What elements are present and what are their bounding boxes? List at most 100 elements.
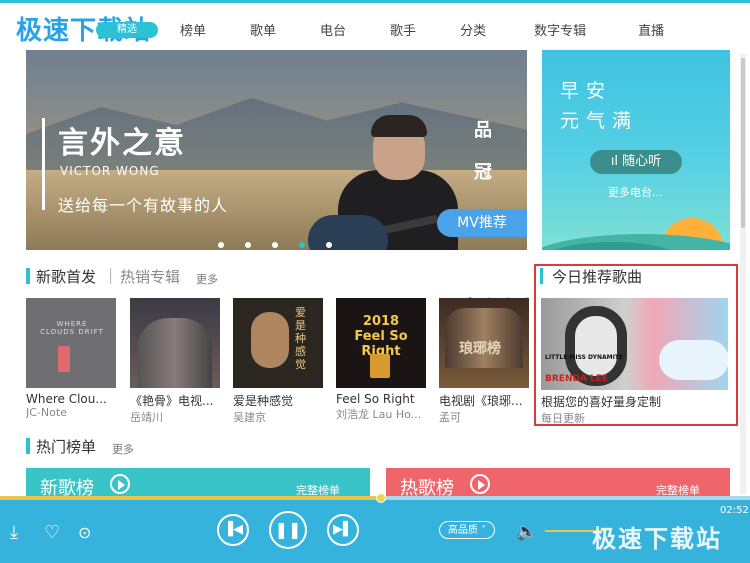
play-icon[interactable] xyxy=(110,474,130,494)
heart-icon[interactable]: ♡ xyxy=(44,522,60,543)
banner-side-text-bottom: 冠 xyxy=(474,162,492,183)
tab-separator: | xyxy=(108,266,114,284)
banner-subtitle: 送给每一个有故事的人 xyxy=(58,196,229,215)
nav-item-playlists[interactable]: 歌单 xyxy=(250,20,276,39)
next-icon: ▶▌ xyxy=(333,522,353,537)
cover-text: 爱是种感觉 xyxy=(295,306,306,371)
album-artist[interactable]: 刘浩龙 Lau Ho... xyxy=(336,406,426,422)
carousel-dot-active[interactable] xyxy=(299,242,306,248)
hot-charts-title: 热门榜单 xyxy=(36,438,97,456)
quality-selector[interactable]: 高品质 ˅ xyxy=(439,521,495,539)
album-card[interactable]: 爱是种感觉 爱是种感觉 吴建京 xyxy=(233,298,323,425)
previous-track-button[interactable]: ▐◀ xyxy=(217,514,249,546)
album-card[interactable]: WHERE CLOUDS DRIFT Where Clou... JC-Note xyxy=(26,298,116,419)
nav-item-rankings[interactable]: 榜单 xyxy=(180,20,206,39)
mv-recommend-badge[interactable]: MV推荐 xyxy=(437,209,527,237)
banner-side-text-top: 品 xyxy=(474,120,492,141)
full-chart-link[interactable]: 完整榜单 xyxy=(296,482,340,496)
carousel-dot[interactable] xyxy=(218,242,224,248)
tab-new-songs[interactable]: 新歌首发 xyxy=(36,266,96,287)
quality-label: 高品质 xyxy=(447,525,478,536)
cover-text: LITTLE MISS DYNAMITE xyxy=(545,354,624,361)
pause-icon: ❚❚ xyxy=(274,520,302,539)
recommend-description[interactable]: 根据您的喜好量身定制 xyxy=(541,393,661,410)
current-time: 02:52 xyxy=(720,505,749,516)
side-card-line1: 早安 xyxy=(560,80,613,102)
album-card[interactable]: 《艳骨》电视... 岳靖川 xyxy=(130,298,220,425)
random-listen-button[interactable]: ıl 随心听 xyxy=(590,150,682,174)
next-track-button[interactable]: ▶▌ xyxy=(327,514,359,546)
album-title[interactable]: Where Clou... xyxy=(26,392,116,406)
more-icon[interactable]: ⊙ xyxy=(78,523,91,542)
album-card[interactable]: 琅琊榜 电视剧《琅琊... 孟可 xyxy=(439,298,529,425)
previous-icon: ▐◀ xyxy=(223,522,243,537)
album-cover[interactable]: 琅琊榜 xyxy=(439,298,529,388)
new-songs-chart-card[interactable]: 新歌榜 完整榜单 xyxy=(26,468,370,496)
nav-item-categories[interactable]: 分类 xyxy=(460,20,486,39)
beer-mug-icon xyxy=(370,354,390,378)
album-artist[interactable]: 岳靖川 xyxy=(130,409,220,425)
side-card-line2: 元气满 xyxy=(560,110,639,132)
banner-artist-name: VICTOR WONG xyxy=(60,164,160,178)
carousel-dot[interactable] xyxy=(326,242,333,248)
equalizer-icon: ıl xyxy=(610,154,623,169)
banner-title: 言外之意 xyxy=(58,126,186,161)
phone-illustration xyxy=(58,346,70,372)
album-card[interactable]: 2018 Feel So Right Feel So Right 刘浩龙 Lau… xyxy=(336,298,426,422)
album-cover[interactable]: 2018 Feel So Right xyxy=(336,298,426,388)
album-artist[interactable]: 吴建京 xyxy=(233,409,323,425)
cover-text: 琅琊榜 xyxy=(459,341,501,357)
recommend-subtitle: 每日更新 xyxy=(541,412,585,425)
artist-hair xyxy=(371,115,427,137)
main-nav: 榜单 歌单 电台 歌手 分类 数字专辑 直播 xyxy=(180,20,708,39)
banner-artist-image xyxy=(288,110,458,250)
cover-artist-text: BRENDA LEE xyxy=(545,374,609,384)
download-icon[interactable]: ⤓ xyxy=(10,522,18,543)
section-accent xyxy=(540,268,543,284)
nav-item-live[interactable]: 直播 xyxy=(638,20,664,39)
album-title[interactable]: 爱是种感觉 xyxy=(233,392,323,409)
tab-hot-albums[interactable]: 热销专辑 xyxy=(120,266,180,287)
top-bar: 极速下载站 精选 榜单 歌单 电台 歌手 分类 数字专辑 直播 xyxy=(0,0,750,56)
cloud-illustration xyxy=(659,340,728,380)
album-title[interactable]: Feel So Right xyxy=(336,392,426,406)
section-accent xyxy=(26,268,30,284)
nav-item-digital-albums[interactable]: 数字专辑 xyxy=(534,20,586,39)
scrollbar-thumb[interactable] xyxy=(741,58,745,228)
hot-songs-chart-card[interactable]: 热歌榜 完整榜单 xyxy=(386,468,730,496)
chart-title: 热歌榜 xyxy=(400,478,454,496)
top-accent-line xyxy=(0,0,750,3)
album-title[interactable]: 电视剧《琅琊... xyxy=(439,392,529,409)
carousel-dot[interactable] xyxy=(245,242,252,248)
cover-text: WHERE CLOUDS DRIFT xyxy=(40,320,104,336)
carousel-dot[interactable] xyxy=(272,242,279,248)
banner-title-bar xyxy=(42,118,45,210)
pause-button[interactable]: ❚❚ xyxy=(269,511,307,549)
carousel-dots xyxy=(218,233,348,252)
album-cover[interactable] xyxy=(130,298,220,388)
volume-icon[interactable]: 🔈 xyxy=(516,522,537,542)
portrait-illustration xyxy=(251,312,289,368)
more-radio-link[interactable]: 更多电台... xyxy=(608,184,663,200)
cast-illustration xyxy=(138,318,212,388)
nav-item-singers[interactable]: 歌手 xyxy=(390,20,416,39)
album-artist[interactable]: JC-Note xyxy=(26,406,116,419)
recommend-cover[interactable]: LITTLE MISS DYNAMITE BRENDA LEE xyxy=(541,298,728,390)
progress-knob[interactable] xyxy=(376,493,386,503)
cover-text: 2018 Feel So Right xyxy=(354,314,408,359)
hot-charts-more-link[interactable]: 更多 xyxy=(112,441,134,457)
nav-item-radio[interactable]: 电台 xyxy=(320,20,346,39)
album-cover[interactable]: 爱是种感觉 xyxy=(233,298,323,388)
new-songs-more-link[interactable]: 更多 xyxy=(196,271,218,287)
chart-title: 新歌榜 xyxy=(40,478,94,496)
logo-badge[interactable]: 精选 xyxy=(96,22,158,38)
morning-radio-card[interactable]: 早安 元气满 ıl 随心听 更多电台... xyxy=(542,50,730,250)
recommend-title: 今日推荐歌曲 xyxy=(552,268,643,286)
watermark-logo: 极速下载站 xyxy=(592,525,722,553)
album-title[interactable]: 《艳骨》电视... xyxy=(130,392,220,409)
play-icon[interactable] xyxy=(470,474,490,494)
album-artist[interactable]: 孟可 xyxy=(439,409,529,425)
full-chart-link[interactable]: 完整榜单 xyxy=(656,482,700,496)
section-accent xyxy=(26,438,30,454)
album-cover[interactable]: WHERE CLOUDS DRIFT xyxy=(26,298,116,388)
